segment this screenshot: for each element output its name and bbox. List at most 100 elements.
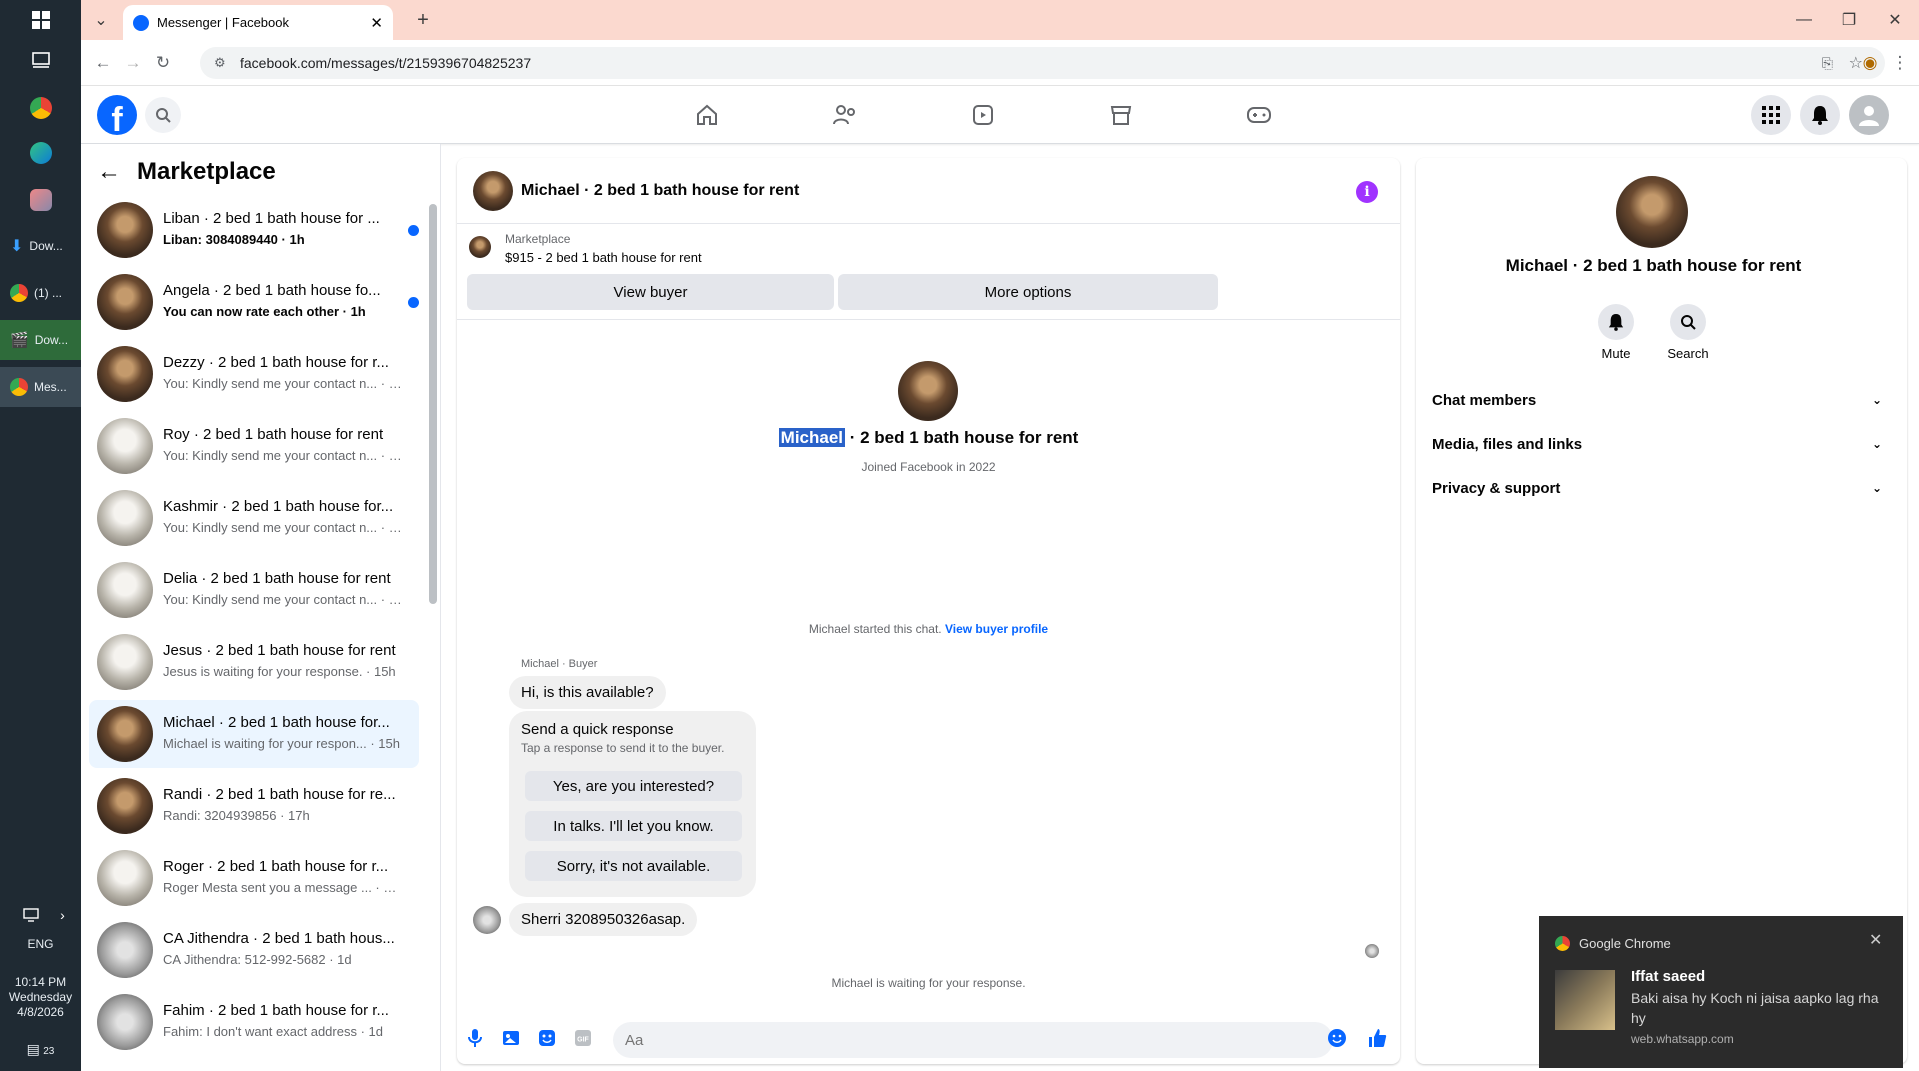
conversation-item[interactable]: CA Jithendra · 2 bed 1 bath hous... CA Ji… xyxy=(89,916,419,984)
conversation-avatar xyxy=(97,346,153,402)
facebook-search-icon[interactable] xyxy=(145,97,181,133)
conversation-item[interactable]: Delia · 2 bed 1 bath house for rent You: … xyxy=(89,556,419,624)
gif-icon[interactable]: GIF xyxy=(571,1026,595,1050)
conversation-name: Roger · 2 bed 1 bath house for r... xyxy=(163,858,389,875)
marketplace-icon[interactable] xyxy=(1103,98,1139,132)
conversation-preview: You: Kindly send me your contact n... · … xyxy=(163,448,403,463)
chat-members-row[interactable]: Chat members ⌄ xyxy=(1432,378,1882,422)
windows-start-icon[interactable] xyxy=(0,0,81,40)
facebook-logo-icon[interactable]: f xyxy=(97,95,137,135)
view-buyer-button[interactable]: View buyer xyxy=(467,274,834,310)
language-indicator[interactable]: ENG xyxy=(0,937,81,952)
quick-response-card: Send a quick response Tap a response to … xyxy=(509,711,756,897)
conversation-scrollbar[interactable] xyxy=(429,204,437,604)
buyer-profile-name: Michael · 2 bed 1 bath house for rent xyxy=(778,428,1079,447)
conversation-item[interactable]: Roger · 2 bed 1 bath house for r... Roger… xyxy=(89,844,419,912)
conversation-item[interactable]: Liban · 2 bed 1 bath house for ... Liban:… xyxy=(89,196,419,264)
emoji-icon[interactable] xyxy=(1325,1026,1349,1050)
browser-toolbar: ← → ↻ ⚙ facebook.com/messages/t/21593967… xyxy=(81,40,1919,86)
privacy-support-row[interactable]: Privacy & support ⌄ xyxy=(1432,466,1882,510)
minimize-button[interactable]: — xyxy=(1792,8,1816,32)
info-panel-avatar[interactable] xyxy=(1616,176,1688,248)
conversation-item[interactable]: Angela · 2 bed 1 bath house fo... You can… xyxy=(89,268,419,336)
tab-search-icon[interactable]: ⌄ xyxy=(89,8,113,32)
chrome-notification[interactable]: Google Chrome ✕ Iffat saeed Baki aisa hy… xyxy=(1539,916,1903,1068)
marketplace-listing-banner: Marketplace $915 - 2 bed 1 bath house fo… xyxy=(457,224,1400,320)
search-in-chat-button[interactable]: Search xyxy=(1658,304,1718,361)
chrome-icon[interactable] xyxy=(0,88,81,128)
photo-icon[interactable] xyxy=(499,1026,523,1050)
conversation-preview: You can now rate each other · 1h xyxy=(163,304,366,319)
profile-icon[interactable]: ◉ xyxy=(1858,51,1882,75)
conversation-name: Randi · 2 bed 1 bath house for re... xyxy=(163,786,396,803)
conversation-item[interactable]: Fahim · 2 bed 1 bath house for r... Fahim… xyxy=(89,988,419,1056)
video-icon[interactable] xyxy=(965,98,1001,132)
sender-avatar[interactable] xyxy=(473,906,501,934)
mute-button[interactable]: Mute xyxy=(1586,304,1646,361)
menu-grid-icon[interactable] xyxy=(1751,95,1791,135)
close-notification-icon[interactable]: ✕ xyxy=(1869,930,1882,950)
quick-reply-button[interactable]: Sorry, it's not available. xyxy=(525,851,742,881)
sender-label: Michael · Buyer xyxy=(521,658,598,670)
taskbar-item-messenger[interactable]: Mes... xyxy=(0,367,81,407)
forward-icon[interactable]: → xyxy=(121,51,145,75)
conversation-item[interactable]: Randi · 2 bed 1 bath house for re... Rand… xyxy=(89,772,419,840)
conversation-item[interactable]: Michael · 2 bed 1 bath house for... Micha… xyxy=(89,700,419,768)
conversation-avatar xyxy=(97,490,153,546)
chat-panel: Michael · 2 bed 1 bath house for rent i … xyxy=(457,158,1400,1064)
read-receipt-avatar xyxy=(1365,944,1379,958)
install-app-icon[interactable]: ⎘ xyxy=(1822,55,1833,72)
clock[interactable]: 10:14 PM Wednesday 4/8/2026 xyxy=(0,975,81,1020)
back-icon[interactable]: ← xyxy=(91,51,115,75)
chat-header-avatar[interactable] xyxy=(473,171,513,211)
unread-dot xyxy=(408,297,419,308)
conversation-item[interactable]: Dezzy · 2 bed 1 bath house for r... You: … xyxy=(89,340,419,408)
conversation-item[interactable]: Roy · 2 bed 1 bath house for rent You: Ki… xyxy=(89,412,419,480)
more-options-button[interactable]: More options xyxy=(838,274,1218,310)
quick-reply-button[interactable]: In talks. I'll let you know. xyxy=(525,811,742,841)
taskbar-item-downloads[interactable]: ⬇ Dow... xyxy=(0,226,81,266)
back-arrow-icon[interactable]: ← xyxy=(97,158,121,186)
chat-title[interactable]: Michael · 2 bed 1 bath house for rent xyxy=(521,182,799,200)
sticker-icon[interactable] xyxy=(535,1026,559,1050)
reload-icon[interactable]: ↻ xyxy=(151,51,175,75)
restore-button[interactable]: ❐ xyxy=(1837,8,1861,32)
conversation-avatar xyxy=(97,562,153,618)
notification-source: web.whatsapp.com xyxy=(1631,1032,1734,1046)
conversation-item[interactable]: Kashmir · 2 bed 1 bath house for... You: … xyxy=(89,484,419,552)
view-buyer-profile-link[interactable]: View buyer profile xyxy=(945,622,1048,636)
conversation-name: Angela · 2 bed 1 bath house fo... xyxy=(163,282,381,299)
friends-icon[interactable] xyxy=(827,98,863,132)
download-icon: ⬇ xyxy=(10,238,24,255)
app-icon[interactable] xyxy=(0,180,81,220)
chrome-menu-icon[interactable]: ⋮ xyxy=(1888,51,1912,75)
site-info-icon[interactable]: ⚙ xyxy=(214,55,226,71)
new-tab-button[interactable]: + xyxy=(411,8,435,32)
conversation-avatar xyxy=(97,850,153,906)
edge-icon[interactable] xyxy=(0,133,81,173)
conversation-item[interactable]: Jesus · 2 bed 1 bath house for rent Jesus… xyxy=(89,628,419,696)
account-avatar[interactable] xyxy=(1849,95,1889,135)
listing-price-title: $915 - 2 bed 1 bath house for rent xyxy=(505,250,702,265)
home-icon[interactable] xyxy=(689,98,725,132)
browser-tab-messenger[interactable]: Messenger | Facebook ✕ xyxy=(123,5,393,40)
microphone-icon[interactable] xyxy=(463,1026,487,1050)
info-icon[interactable]: i xyxy=(1356,181,1378,203)
conversation-preview: Jesus is waiting for your response. · 15… xyxy=(163,664,396,679)
notification-sender: Iffat saeed xyxy=(1631,968,1706,985)
close-window-button[interactable]: ✕ xyxy=(1883,8,1907,32)
taskbar-item-downloads-2[interactable]: 🎬 Dow... xyxy=(0,320,81,360)
buyer-profile-avatar[interactable] xyxy=(898,361,958,421)
task-view-icon[interactable] xyxy=(0,40,81,80)
taskbar-item-chrome[interactable]: (1) ... xyxy=(0,273,81,313)
gaming-icon[interactable] xyxy=(1241,98,1277,132)
quick-reply-button[interactable]: Yes, are you interested? xyxy=(525,771,742,801)
thumbs-up-icon[interactable] xyxy=(1365,1026,1389,1050)
media-files-links-row[interactable]: Media, files and links ⌄ xyxy=(1432,422,1882,466)
notification-center-icon[interactable]: ▤ 23 xyxy=(0,1042,81,1059)
close-tab-icon[interactable]: ✕ xyxy=(370,14,383,32)
conversation-avatar xyxy=(97,274,153,330)
notifications-bell-icon[interactable] xyxy=(1800,95,1840,135)
message-input[interactable] xyxy=(613,1022,1333,1058)
address-bar[interactable]: ⚙ facebook.com/messages/t/21593967048252… xyxy=(200,47,1885,79)
